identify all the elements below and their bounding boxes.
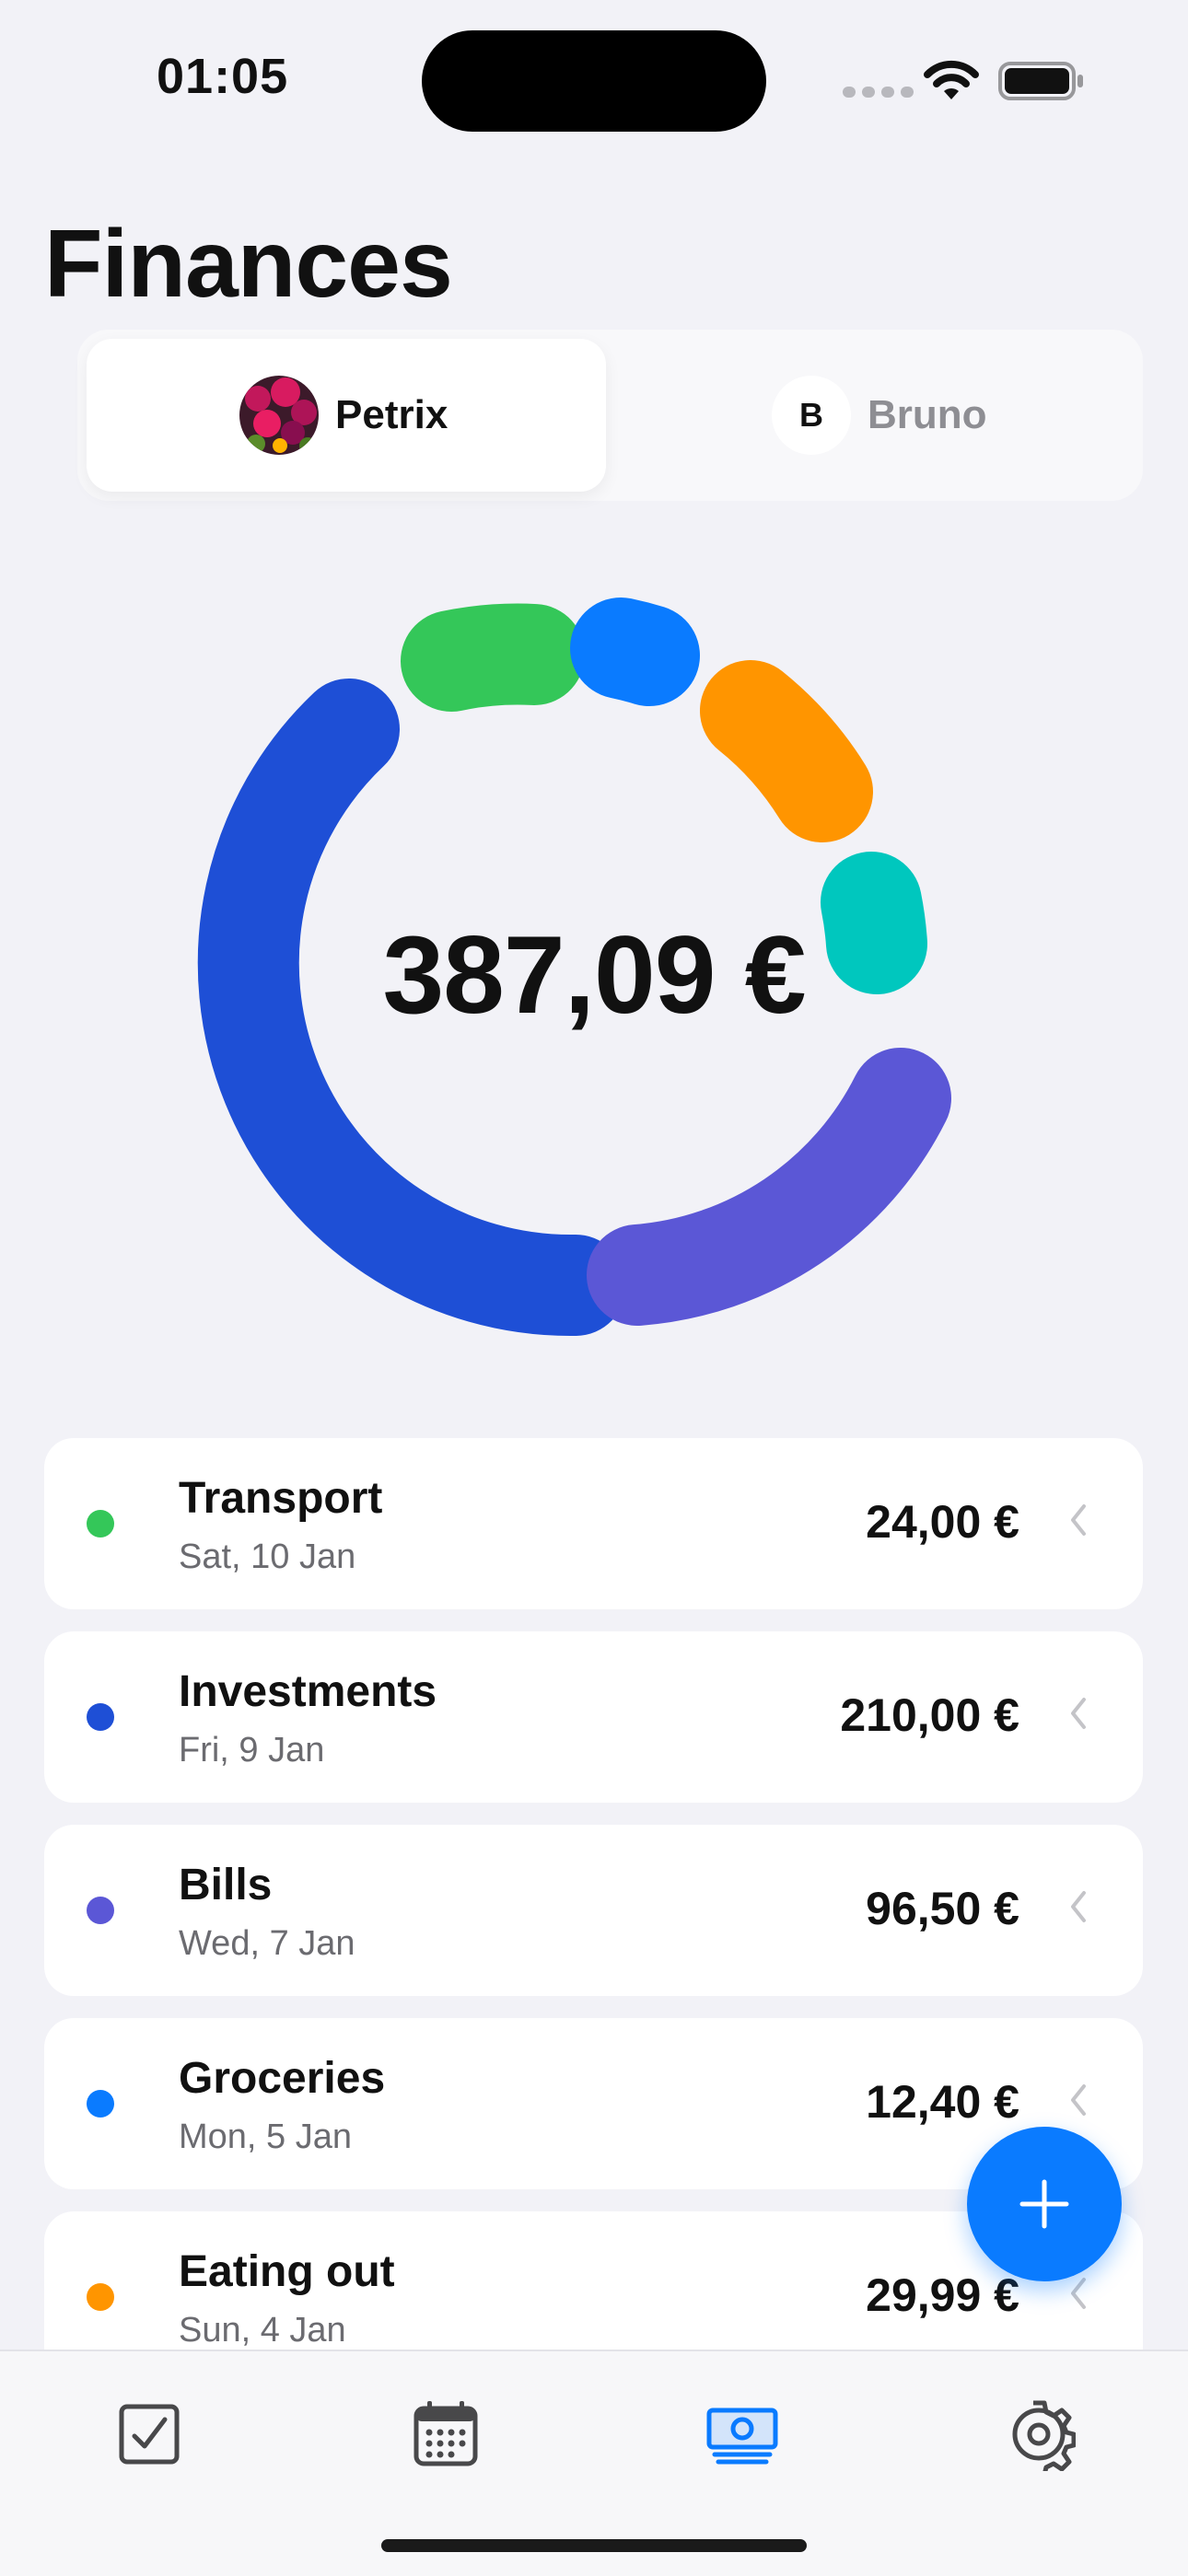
segment-bruno[interactable]: B Bruno (615, 339, 1134, 492)
user-segmented-control: Petrix B Bruno (77, 330, 1143, 501)
total-amount: 387,09 € (382, 913, 806, 1037)
transaction-title: Investments (179, 1667, 437, 1716)
wifi-icon (924, 60, 979, 99)
chevron-left-icon (1071, 1504, 1086, 1536)
money-icon (706, 2408, 778, 2465)
dynamic-island (422, 30, 766, 132)
chevron-left-icon (1071, 2278, 1086, 2309)
transaction-row[interactable]: Bills Wed, 7 Jan 96,50 € (44, 1825, 1143, 1996)
category-dot (87, 2283, 114, 2311)
transaction-title: Transport (179, 1474, 383, 1523)
transaction-amount: 210,00 € (840, 1689, 1019, 1741)
transaction-amount: 96,50 € (866, 1883, 1019, 1934)
segment-eating-out (700, 660, 873, 842)
category-dot (87, 1510, 114, 1537)
page-title: Finances (44, 211, 453, 318)
transaction-date: Fri, 9 Jan (179, 1731, 325, 1770)
transaction-amount: 12,40 € (866, 2076, 1019, 2128)
chevron-left-icon (1071, 1698, 1086, 1729)
transaction-title: Groceries (179, 2054, 386, 2103)
tab-calendar[interactable] (409, 2397, 483, 2471)
tab-settings[interactable] (1002, 2397, 1076, 2471)
category-dot (87, 2090, 114, 2118)
segment-groceries (570, 598, 700, 706)
transaction-row[interactable]: Investments Fri, 9 Jan 210,00 € (44, 1631, 1143, 1803)
segment-petrix[interactable]: Petrix (87, 339, 606, 492)
transaction-amount: 24,00 € (866, 1496, 1019, 1548)
tab-tasks[interactable] (112, 2397, 186, 2471)
status-time: 01:05 (157, 49, 289, 104)
category-dot (87, 1703, 114, 1731)
plus-icon (1019, 2179, 1069, 2229)
cellular-signal-icon (843, 87, 914, 98)
transaction-date: Mon, 5 Jan (179, 2118, 352, 2156)
transaction-title: Eating out (179, 2247, 395, 2296)
transaction-date: Sat, 10 Jan (179, 1537, 356, 1576)
category-dot (87, 1897, 114, 1924)
battery-icon (998, 62, 1083, 100)
avatar (239, 376, 319, 455)
calendar-icon (413, 2401, 478, 2466)
checkbox-icon (119, 2404, 180, 2465)
segment-label: Petrix (335, 392, 448, 437)
transaction-date: Wed, 7 Jan (179, 1924, 355, 1963)
transaction-title: Bills (179, 1861, 273, 1909)
segment-bills (587, 1048, 951, 1326)
home-indicator (381, 2539, 807, 2552)
add-transaction-button[interactable] (967, 2127, 1122, 2281)
transaction-date: Sun, 4 Jan (179, 2311, 346, 2350)
segment-label: Bruno (868, 392, 987, 437)
chevron-left-icon (1071, 2084, 1086, 2116)
tab-finances[interactable] (705, 2397, 779, 2471)
chevron-left-icon (1071, 1891, 1086, 1922)
transaction-row[interactable]: Transport Sat, 10 Jan 24,00 € (44, 1438, 1143, 1609)
transaction-amount: 29,99 € (866, 2269, 1019, 2321)
avatar: B (772, 376, 851, 455)
segment-transport (401, 603, 585, 712)
